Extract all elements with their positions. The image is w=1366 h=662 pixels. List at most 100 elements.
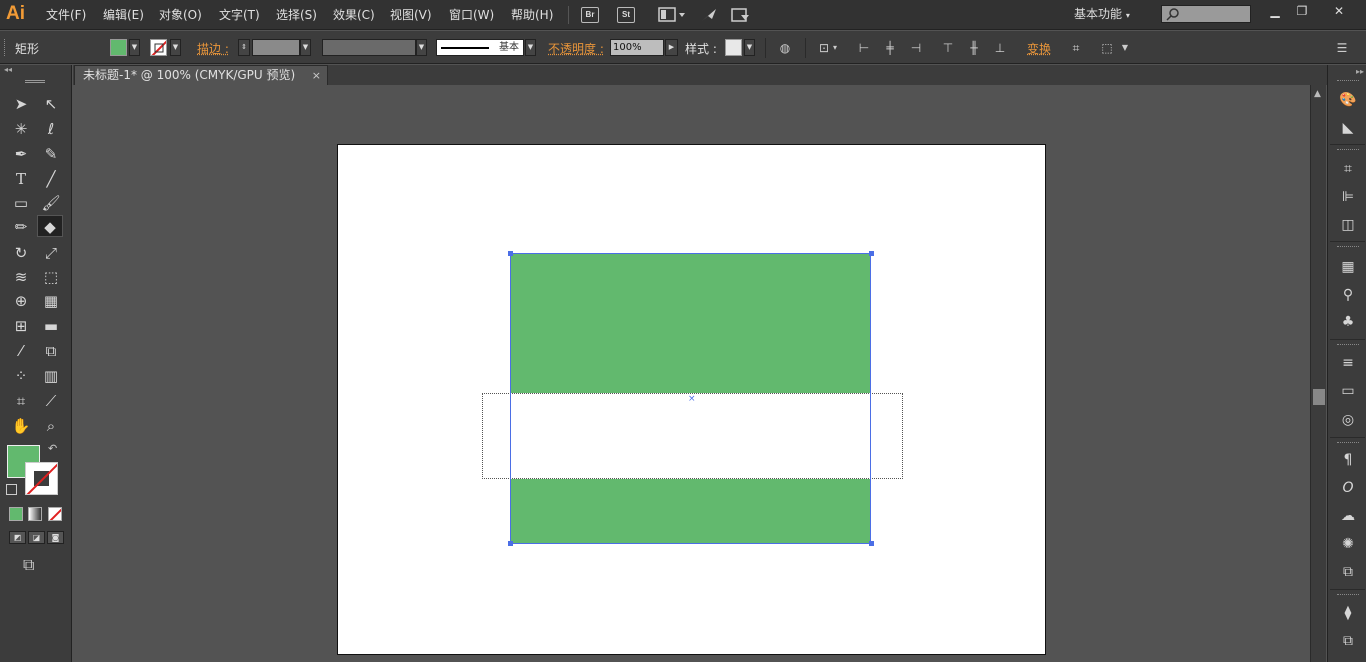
shape-builder-tool-icon[interactable]: ⊕ [8, 290, 34, 312]
brushes-panel-icon[interactable]: ⚲ [1337, 285, 1359, 305]
scale-tool-icon[interactable]: ⤢ [38, 242, 64, 264]
none-mode-button[interactable] [48, 507, 62, 521]
stroke-weight-dropdown[interactable]: ▼ [300, 39, 311, 56]
stock-icon[interactable]: St [617, 6, 635, 24]
menu-object[interactable]: 对象(O) [159, 0, 202, 30]
menu-view[interactable]: 视图(V) [390, 0, 432, 30]
brush-definition-dropdown[interactable]: ▼ [525, 39, 536, 56]
color-panel-icon[interactable]: 🎨 [1337, 90, 1359, 110]
symbol-sprayer-tool-icon[interactable]: ⁘ [8, 365, 34, 387]
transform-label[interactable]: 变换 [1027, 40, 1051, 57]
arrange-documents-icon[interactable] [657, 6, 687, 24]
perspective-grid-tool-icon[interactable]: ▦ [38, 290, 64, 312]
stroke-panel-icon[interactable]: ≡ [1337, 353, 1359, 373]
type-tool-icon[interactable]: T [8, 168, 34, 190]
column-graph-tool-icon[interactable]: ▥ [38, 365, 64, 387]
eyedropper-tool-icon[interactable]: ⁄ [8, 340, 34, 362]
menu-effect[interactable]: 效果(C) [333, 0, 375, 30]
zoom-tool-icon[interactable]: ⌕ [38, 415, 64, 437]
transform-panel-icon[interactable]: ⌗ [1337, 159, 1359, 179]
scroll-thumb[interactable] [1313, 389, 1325, 405]
menu-window[interactable]: 窗口(W) [449, 0, 494, 30]
gradient-tool-icon[interactable]: ▬ [38, 315, 64, 337]
curvature-tool-icon[interactable]: ✎ [38, 143, 64, 165]
draw-inside-icon[interactable]: ◙ [47, 531, 64, 544]
expand-panels-icon[interactable]: ▸▸ [1356, 67, 1364, 76]
variable-width-dropdown[interactable]: ▼ [416, 39, 427, 56]
bridge-icon[interactable]: Br [581, 6, 599, 24]
align-left-icon[interactable]: ⊢ [856, 40, 872, 56]
magic-wand-tool-icon[interactable]: ✳ [8, 118, 34, 140]
graphic-styles-panel-icon[interactable]: ⧉ [1337, 562, 1359, 582]
graphic-style-dropdown[interactable]: ▼ [744, 39, 755, 56]
fill-dropdown[interactable]: ▼ [129, 39, 140, 56]
stroke-dropdown[interactable]: ▼ [170, 39, 181, 56]
libraries-panel-icon[interactable]: ☁ [1337, 506, 1359, 526]
brush-definition-field[interactable]: 基本 [436, 39, 524, 56]
stroke-weight-label[interactable]: 描边 : [197, 40, 229, 57]
graphic-style-swatch[interactable] [725, 39, 742, 56]
chevron-down-icon[interactable]: ▾ [830, 40, 840, 56]
layers-panel-icon[interactable]: ⧫ [1337, 603, 1359, 623]
stroke-swatch[interactable] [150, 39, 167, 56]
fill-swatch[interactable] [110, 39, 127, 56]
scroll-up-icon[interactable]: ▲ [1314, 89, 1321, 99]
opacity-field[interactable]: 100% [610, 39, 664, 56]
transparency-panel-icon[interactable]: ◎ [1337, 410, 1359, 430]
selection-handle[interactable] [508, 541, 513, 546]
rotate-tool-icon[interactable]: ↻ [8, 242, 34, 264]
minimize-button[interactable]: ▁ [1260, 3, 1290, 19]
swatches-panel-icon[interactable]: ▦ [1337, 257, 1359, 277]
opacity-slider-button[interactable]: ▶ [665, 39, 678, 56]
rectangle-tool-icon[interactable]: ▭ [8, 192, 34, 214]
pencil-tool-icon[interactable]: ✏ [8, 216, 34, 238]
lasso-tool-icon[interactable]: ℓ [38, 118, 64, 140]
collapse-panel-icon[interactable]: ◂◂ [0, 65, 72, 75]
variable-width-profile[interactable] [322, 39, 416, 56]
line-segment-tool-icon[interactable]: ╱ [38, 168, 64, 190]
pen-tool-icon[interactable]: ✒ [8, 143, 34, 165]
eraser-tool-icon[interactable]: ◆ [37, 215, 63, 237]
vertical-scrollbar[interactable]: ▲ [1310, 85, 1326, 662]
paintbrush-tool-icon[interactable]: 🖌 [38, 192, 64, 214]
menu-select[interactable]: 选择(S) [276, 0, 317, 30]
artboard-tool-icon[interactable]: ⌗ [8, 390, 34, 412]
align-vertical-center-icon[interactable]: ╫ [966, 40, 982, 56]
align-horizontal-center-icon[interactable]: ╪ [882, 40, 898, 56]
selection-tool-icon[interactable]: ➤ [8, 93, 34, 115]
restore-button[interactable]: ❐ [1287, 3, 1317, 19]
mesh-tool-icon[interactable]: ⊞ [8, 315, 34, 337]
document-tab[interactable]: 未标题-1* @ 100% (CMYK/GPU 预览) × [74, 65, 328, 85]
selection-handle[interactable] [869, 541, 874, 546]
stroke-weight-stepper[interactable]: ⇕ [238, 39, 250, 56]
free-transform-tool-icon[interactable]: ⬚ [38, 266, 64, 288]
opacity-label[interactable]: 不透明度 : [548, 40, 604, 57]
artboards-panel-icon[interactable]: ⧉ [1337, 631, 1359, 651]
draw-normal-icon[interactable]: ◩ [9, 531, 26, 544]
selection-handle[interactable] [869, 251, 874, 256]
search-input[interactable] [1161, 5, 1251, 23]
warp-tool-icon[interactable]: ≋ [8, 266, 34, 288]
menu-edit[interactable]: 编辑(E) [103, 0, 144, 30]
gradient-panel-icon[interactable]: ▭ [1337, 381, 1359, 401]
align-top-icon[interactable]: ⊤ [940, 40, 956, 56]
default-fill-stroke-icon[interactable] [6, 484, 17, 495]
close-icon[interactable]: × [312, 66, 321, 85]
pathfinder-panel-icon[interactable]: ◫ [1337, 215, 1359, 235]
close-button[interactable]: ✕ [1324, 3, 1354, 19]
gpu-performance-icon[interactable] [699, 6, 719, 24]
selection-handle[interactable] [508, 251, 513, 256]
paragraph-panel-icon[interactable]: ¶ [1337, 450, 1359, 470]
hand-tool-icon[interactable]: ✋ [8, 415, 34, 437]
sync-icon[interactable] [730, 6, 752, 24]
align-bottom-icon[interactable]: ⊥ [992, 40, 1008, 56]
slice-tool-icon[interactable]: ⟋ [38, 390, 64, 412]
menu-type[interactable]: 文字(T) [219, 0, 260, 30]
direct-selection-tool-icon[interactable]: ↖ [38, 93, 64, 115]
color-mode-button[interactable] [9, 507, 23, 521]
blend-tool-icon[interactable]: ⧉ [38, 340, 64, 362]
appearance-panel-icon[interactable]: ✺ [1337, 534, 1359, 554]
color-guide-icon[interactable]: ◣ [1337, 118, 1359, 138]
opentype-panel-icon[interactable]: O [1337, 478, 1359, 498]
panel-menu-icon[interactable]: ☰ [1334, 40, 1350, 56]
